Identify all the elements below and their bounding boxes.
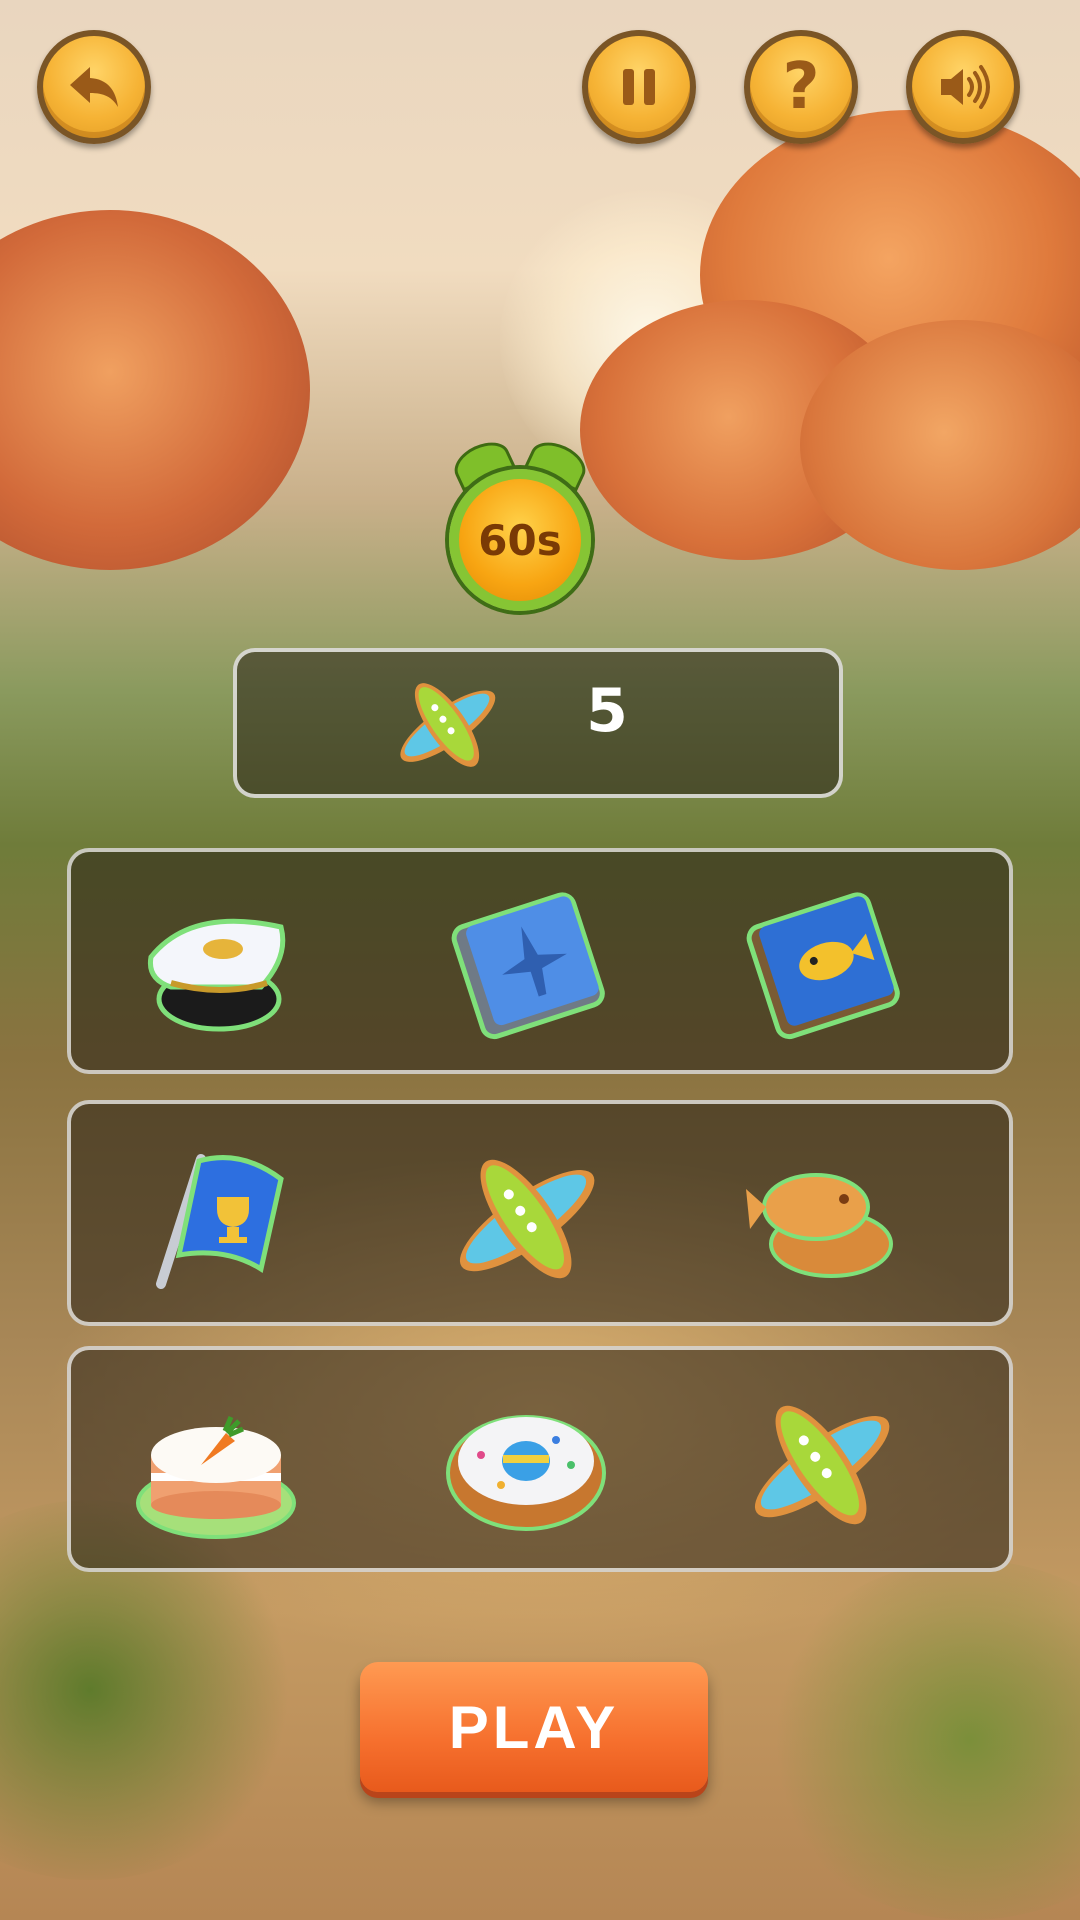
pause-icon — [623, 69, 655, 105]
captain-hat-icon — [147, 918, 286, 1032]
target-count: 5 — [586, 676, 628, 746]
help-icon: ? — [782, 50, 820, 124]
item-slot[interactable] — [441, 887, 611, 1047]
countdown-timer: 60s — [445, 425, 595, 620]
item-slot[interactable] — [131, 1139, 301, 1299]
item-row-3 — [67, 1346, 1013, 1572]
item-slot[interactable] — [736, 887, 906, 1047]
help-button[interactable]: ? — [744, 30, 858, 144]
item-slot[interactable] — [736, 1139, 906, 1299]
airplane-cookie-icon — [754, 1405, 890, 1525]
airplane-book-icon — [451, 892, 605, 1040]
tree-left — [0, 210, 310, 570]
item-slot[interactable] — [736, 1385, 906, 1545]
item-slot[interactable] — [131, 1385, 301, 1545]
item-row-2 — [67, 1100, 1013, 1326]
back-arrow-icon — [70, 67, 118, 107]
speaker-icon — [941, 65, 990, 109]
fish-book-icon — [746, 892, 900, 1040]
back-button[interactable] — [37, 30, 151, 144]
item-slot[interactable] — [441, 1385, 611, 1545]
play-button[interactable]: PLAY — [360, 1662, 708, 1792]
item-row-1 — [67, 848, 1013, 1074]
airplane-cookie-icon — [400, 683, 496, 767]
pause-button[interactable] — [582, 30, 696, 144]
item-slot[interactable] — [441, 1139, 611, 1299]
fish-cookie-icon — [746, 1173, 893, 1278]
carrot-cake-icon — [136, 1416, 296, 1539]
easter-wreath-icon — [446, 1415, 606, 1531]
trophy-flag-icon — [156, 1154, 284, 1289]
item-slot[interactable] — [131, 887, 301, 1047]
timer-label: 60s — [449, 469, 591, 611]
target-panel: 5 — [233, 648, 843, 798]
airplane-cookie-icon — [459, 1159, 595, 1279]
sound-button[interactable] — [906, 30, 1020, 144]
